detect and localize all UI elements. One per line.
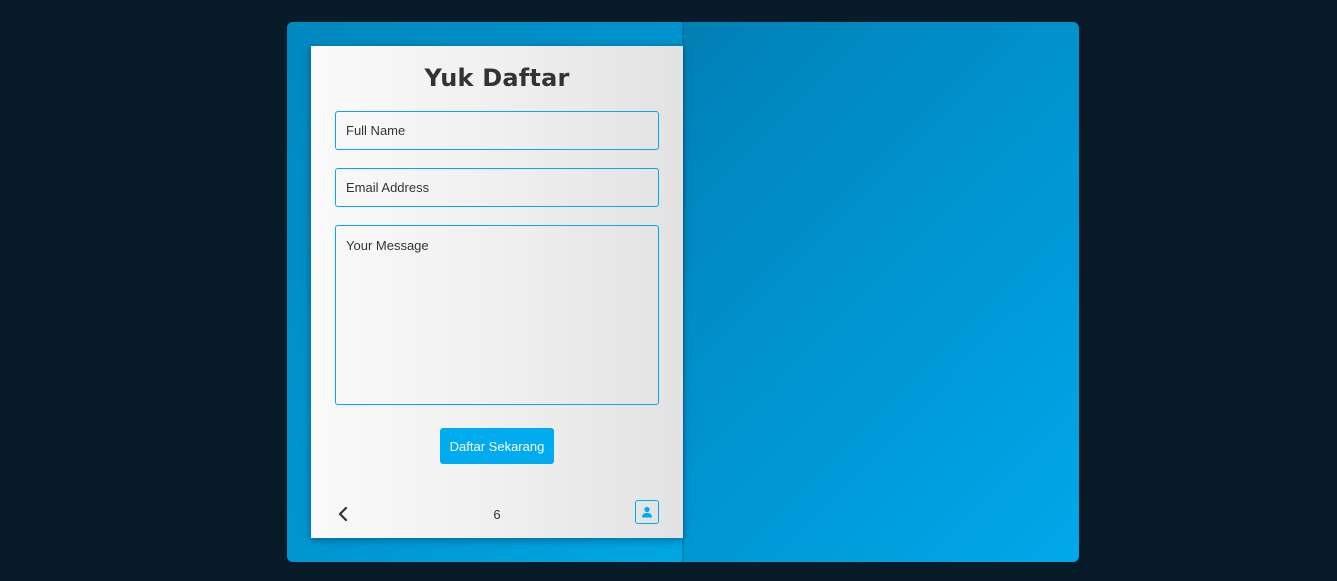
page-number: 6 bbox=[493, 507, 501, 522]
full-name-input[interactable] bbox=[335, 111, 659, 150]
user-icon bbox=[642, 506, 652, 518]
page-title: Yuk Daftar bbox=[424, 64, 570, 92]
profile-button[interactable] bbox=[635, 500, 659, 524]
book-container: Yuk Daftar Daftar Sekarang 6 bbox=[287, 22, 1079, 562]
email-address-input[interactable] bbox=[335, 168, 659, 207]
contact-page: Yuk Daftar Daftar Sekarang 6 bbox=[311, 46, 683, 538]
daftar-sekarang-button[interactable]: Daftar Sekarang bbox=[440, 428, 554, 464]
message-textarea[interactable] bbox=[335, 225, 659, 405]
